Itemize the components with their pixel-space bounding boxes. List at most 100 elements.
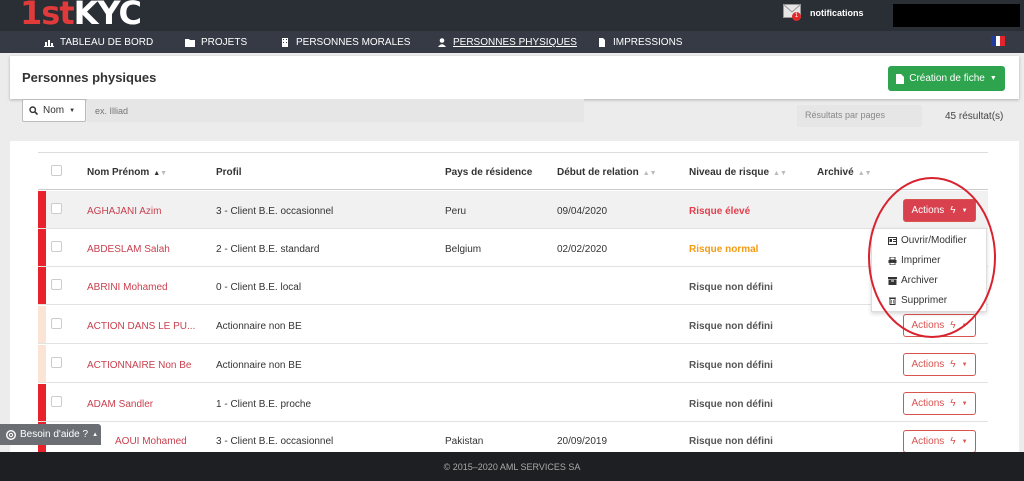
french-flag-icon[interactable]	[991, 36, 1006, 46]
row-name-link[interactable]: ACTIONNAIRE Non Be	[87, 360, 191, 371]
nav-projets[interactable]: PROJETS	[185, 37, 247, 48]
column-header-name[interactable]: Nom Prénom ▲▼	[87, 167, 167, 178]
row-name-link[interactable]: ABRINI Mohamed	[87, 282, 168, 293]
nav-impressions[interactable]: IMPRESSIONS	[597, 37, 682, 48]
select-all-checkbox[interactable]	[51, 165, 62, 176]
row-actions-button[interactable]: Actions ϟ ▼	[903, 353, 976, 376]
page-title: Personnes physiques	[22, 70, 157, 85]
column-header-risk[interactable]: Niveau de risque ▲▼	[689, 167, 787, 178]
nav-label: PERSONNES PHYSIQUES	[453, 37, 577, 48]
row-risk-level: Risque non défini	[689, 436, 773, 447]
row-risk-level: Risque non défini	[689, 399, 773, 410]
row-profile: Actionnaire non BE	[216, 360, 302, 371]
row-checkbox[interactable]	[51, 241, 62, 252]
help-button[interactable]: Besoin d'aide ? ▲	[0, 424, 101, 445]
row-actions-button[interactable]: Actions ϟ ▼	[903, 392, 976, 415]
actions-label: Actions	[911, 359, 945, 370]
file-icon	[896, 73, 905, 84]
user-icon	[438, 38, 446, 47]
help-label: Besoin d'aide ?	[20, 429, 89, 440]
column-header-profile: Profil	[216, 167, 242, 178]
row-name-link[interactable]: ADAM Sandler	[87, 399, 153, 410]
row-checkbox[interactable]	[51, 203, 62, 214]
caret-down-icon: ▼	[69, 107, 76, 114]
search-icon	[29, 106, 38, 115]
lifebuoy-icon	[6, 429, 16, 440]
row-status-stripe	[38, 191, 46, 228]
row-name-link[interactable]: ACTION DANS LE PU...	[87, 321, 195, 332]
row-status-stripe	[38, 306, 46, 343]
table-header: Nom Prénom ▲▼ Profil Pays de résidence Dé…	[38, 152, 988, 190]
brand-logo[interactable]: 1stKYC	[20, 0, 142, 32]
column-label: Niveau de risque	[689, 167, 770, 178]
row-risk-level: Risque non défini	[689, 360, 773, 371]
table-row[interactable]: ACTIONNAIRE Non Be Actionnaire non BE Ri…	[38, 345, 988, 383]
column-label: Archivé	[817, 167, 854, 178]
search-field-value: Nom	[43, 105, 65, 116]
row-name-link[interactable]: AGHAJANI Azim	[87, 206, 161, 217]
row-name-link[interactable]: ABDESLAM Salah	[87, 244, 170, 255]
row-profile: 0 - Client B.E. local	[216, 282, 302, 293]
row-start-date: 02/02/2020	[557, 244, 608, 255]
nav-label: PROJETS	[201, 37, 248, 48]
caret-down-icon: ▼	[989, 75, 997, 82]
table-row[interactable]: ACTION DANS LE PU... Actionnaire non BE …	[38, 306, 988, 344]
row-status-stripe	[38, 267, 46, 304]
sort-icon: ▲▼	[857, 170, 872, 177]
brand-part-1: 1st	[20, 0, 75, 32]
row-status-stripe	[38, 345, 46, 382]
table-row[interactable]: ABRINI Mohamed 0 - Client B.E. local Ris…	[38, 267, 988, 305]
row-checkbox[interactable]	[51, 279, 62, 290]
annotation-circle	[868, 177, 996, 338]
row-risk-level: Risque non défini	[689, 321, 773, 332]
bolt-icon: ϟ	[950, 436, 956, 447]
row-checkbox[interactable]	[51, 357, 62, 368]
brand-part-2: KYC	[73, 0, 142, 32]
table-row[interactable]: ABDESLAM Salah 2 - Client B.E. standard …	[38, 229, 988, 267]
nav-label: TABLEAU DE BORD	[60, 37, 154, 48]
user-menu[interactable]	[893, 4, 1020, 27]
nav-tableau-de-bord[interactable]: TABLEAU DE BORD	[44, 37, 153, 48]
row-risk-level: Risque non défini	[689, 282, 773, 293]
sort-icon: ▲▼	[773, 170, 787, 177]
column-header-country: Pays de résidence	[445, 167, 533, 178]
table-row[interactable]: AOUI Mohamed 3 - Client B.E. occasionnel…	[38, 422, 988, 453]
nav-personnes-morales[interactable]: PERSONNES MORALES	[280, 37, 410, 48]
row-checkbox[interactable]	[51, 318, 62, 329]
row-name-link[interactable]: AOUI Mohamed	[115, 436, 187, 447]
footer: © 2015–2020 AML SERVICES SA	[0, 452, 1024, 481]
search-field-select[interactable]: Nom ▼	[22, 99, 86, 122]
notification-badge: 1	[792, 12, 801, 21]
document-icon	[599, 38, 605, 47]
column-header-archived[interactable]: Archivé ▲▼	[817, 167, 872, 178]
column-label: Début de relation	[557, 167, 639, 178]
search-input[interactable]	[87, 99, 584, 122]
bolt-icon: ϟ	[950, 359, 956, 370]
nav-personnes-physiques[interactable]: PERSONNES PHYSIQUES	[437, 37, 577, 48]
table-row[interactable]: ADAM Sandler 1 - Client B.E. proche Risq…	[38, 384, 988, 422]
caret-down-icon: ▼	[961, 438, 968, 445]
column-label: Nom Prénom	[87, 167, 150, 178]
row-profile: 3 - Client B.E. occasionnel	[216, 206, 334, 217]
results-per-page-input[interactable]: Résultats par pages	[797, 105, 922, 127]
notifications-link[interactable]: notifications	[810, 8, 864, 18]
row-checkbox[interactable]	[51, 396, 62, 407]
row-start-date: 09/04/2020	[557, 206, 608, 217]
bolt-icon: ϟ	[950, 398, 956, 409]
column-header-start[interactable]: Début de relation ▲▼	[557, 167, 657, 178]
row-profile: 3 - Client B.E. occasionnel	[216, 436, 334, 447]
caret-up-icon: ▲	[92, 431, 99, 438]
chart-icon	[44, 40, 54, 47]
row-country: Belgium	[445, 244, 482, 255]
actions-label: Actions	[911, 436, 945, 447]
create-record-button[interactable]: Création de fiche ▼	[888, 66, 1005, 91]
results-count: 45 résultat(s)	[945, 111, 1004, 122]
row-status-stripe	[38, 229, 46, 266]
row-start-date: 20/09/2019	[557, 436, 608, 447]
sort-icon: ▲▼	[642, 170, 657, 177]
caret-down-icon: ▼	[961, 400, 968, 407]
row-actions-button[interactable]: Actions ϟ ▼	[903, 430, 976, 453]
table-row[interactable]: AGHAJANI Azim 3 - Client B.E. occasionne…	[38, 191, 988, 229]
sort-icon: ▲▼	[153, 170, 168, 177]
nav-label: IMPRESSIONS	[613, 37, 683, 48]
